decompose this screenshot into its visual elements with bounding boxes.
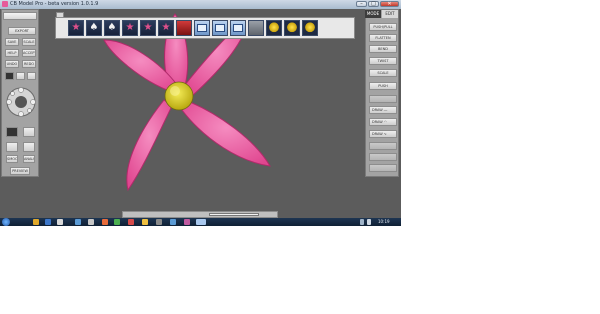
left-tool-panel: EXPORT SAVE SCALE HELP ACCEPT UNDO REDO … (1, 9, 39, 177)
bend-button[interactable]: BEND (369, 45, 397, 53)
window-tool-icon[interactable] (230, 20, 246, 36)
flower[interactable] (103, 13, 271, 192)
push-pull-button[interactable]: PUSH/PULL (369, 23, 397, 31)
scale-tool-button[interactable]: SCALE (369, 69, 397, 77)
flower-center (164, 81, 194, 111)
preview-button[interactable]: PREVIEW (10, 167, 30, 175)
flower-center-highlight (170, 86, 180, 96)
star-tool-icon[interactable]: ★ (140, 20, 156, 36)
minimize-button[interactable]: – (356, 1, 367, 7)
taskbar-active-app-icon[interactable] (196, 219, 206, 225)
line-icon: ― (383, 108, 388, 112)
tab-mode[interactable]: MODE (365, 10, 381, 18)
draw-label: DRAW (372, 132, 383, 136)
zoom-icon[interactable] (23, 142, 35, 152)
tray-icon[interactable] (360, 219, 364, 225)
undo-button[interactable]: UNDO (5, 60, 19, 68)
help-button[interactable]: HELP (5, 49, 19, 57)
wrench-icon[interactable] (6, 142, 18, 152)
draw-label: DRAW (372, 120, 383, 124)
tab-edit[interactable]: EDIT (382, 10, 398, 18)
light-icon[interactable] (23, 127, 35, 137)
taskbar-app-icon[interactable] (170, 219, 176, 225)
title-bar: CB Model Pro - beta version 1.0.1.9 – □ … (0, 0, 401, 9)
ball-tool-icon[interactable] (266, 20, 282, 36)
empty-slot (369, 153, 397, 161)
taskbar-app-icon[interactable] (156, 219, 162, 225)
tool-palette: ★ ♠ ♠ ★ ★ ★ (55, 17, 355, 39)
draw-label: DRAW (372, 108, 383, 112)
window-tool-icon[interactable] (212, 20, 228, 36)
window-tool-icon[interactable] (194, 20, 210, 36)
ball-tool-icon[interactable] (302, 20, 318, 36)
star-tool-icon[interactable]: ★ (122, 20, 138, 36)
file-menu-button[interactable] (3, 12, 37, 20)
volume-icon[interactable] (367, 219, 371, 225)
white-drop-tool-icon[interactable]: ♠ (86, 20, 102, 36)
flat-red-tool-icon[interactable] (176, 20, 192, 36)
arc-icon: ◠ (383, 120, 387, 124)
taskbar-app-icon[interactable] (128, 219, 134, 225)
empty-slot (369, 142, 397, 150)
scale-button[interactable]: SCALE (22, 38, 36, 46)
taskbar-app-icon[interactable] (114, 219, 120, 225)
taskbar-app-icon[interactable] (57, 219, 63, 225)
flatten-button[interactable]: FLATTEN (369, 34, 397, 42)
app-window: CB Model Pro - beta version 1.0.1.9 – □ … (0, 0, 401, 226)
scrollbar-thumb[interactable] (209, 213, 259, 216)
taskbar-app-icon[interactable] (33, 219, 39, 225)
empty-slot (369, 95, 397, 103)
navigation-wheel[interactable] (5, 86, 37, 118)
color-swatch-icon[interactable] (5, 72, 14, 80)
taskbar-app-icon[interactable] (45, 219, 51, 225)
taskbar-app-icon[interactable] (102, 219, 108, 225)
taskbar-app-icon[interactable] (88, 219, 94, 225)
taskbar-app-icon[interactable] (184, 219, 190, 225)
ball-tool-icon[interactable] (284, 20, 300, 36)
start-button-icon[interactable] (2, 218, 10, 226)
maximize-button[interactable]: □ (368, 1, 379, 7)
bottom-scrollbar[interactable] (122, 211, 278, 218)
os-taskbar: 10:19 (0, 218, 401, 226)
flat-gray-tool-icon[interactable] (248, 20, 264, 36)
app-icon (2, 1, 8, 7)
push-button[interactable]: PUSH (369, 82, 397, 90)
camera-icon[interactable] (6, 127, 18, 137)
analyze-button[interactable]: ANALY (23, 155, 35, 163)
wave-icon: ∿ (383, 132, 387, 136)
star-tool-icon[interactable]: ★ (158, 20, 174, 36)
star-tool-icon[interactable]: ★ (68, 20, 84, 36)
accept-button[interactable]: ACCEPT (22, 49, 36, 57)
petal-bottom (126, 99, 173, 192)
draw-wave-button[interactable]: DRAW ∿ (369, 130, 397, 138)
close-button[interactable]: ✕ (380, 1, 399, 7)
taskbar-app-icon[interactable] (142, 219, 148, 225)
window-title: CB Model Pro - beta version 1.0.1.9 (10, 1, 99, 7)
twist-button[interactable]: TWIST (369, 57, 397, 65)
redo-button[interactable]: REDO (22, 60, 36, 68)
taskbar-app-icon[interactable] (75, 219, 81, 225)
white-drop-tool-icon[interactable]: ♠ (104, 20, 120, 36)
petal-lower-right (181, 101, 271, 167)
draw-arc-button[interactable]: DRAW ◠ (369, 118, 397, 126)
right-tool-panel: PUSH/PULL FLATTEN BEND TWIST SCALE PUSH … (365, 9, 399, 177)
taskbar-clock[interactable]: 10:19 (378, 218, 390, 226)
smooth-button[interactable]: SMOOTH (6, 155, 18, 163)
save-button[interactable]: SAVE (5, 38, 19, 46)
view-toggle-icon[interactable] (16, 72, 25, 80)
empty-slot (369, 164, 397, 172)
export-button[interactable]: EXPORT (8, 27, 36, 35)
grid-toggle-icon[interactable] (27, 72, 36, 80)
draw-line-button[interactable]: DRAW ― (369, 106, 397, 114)
